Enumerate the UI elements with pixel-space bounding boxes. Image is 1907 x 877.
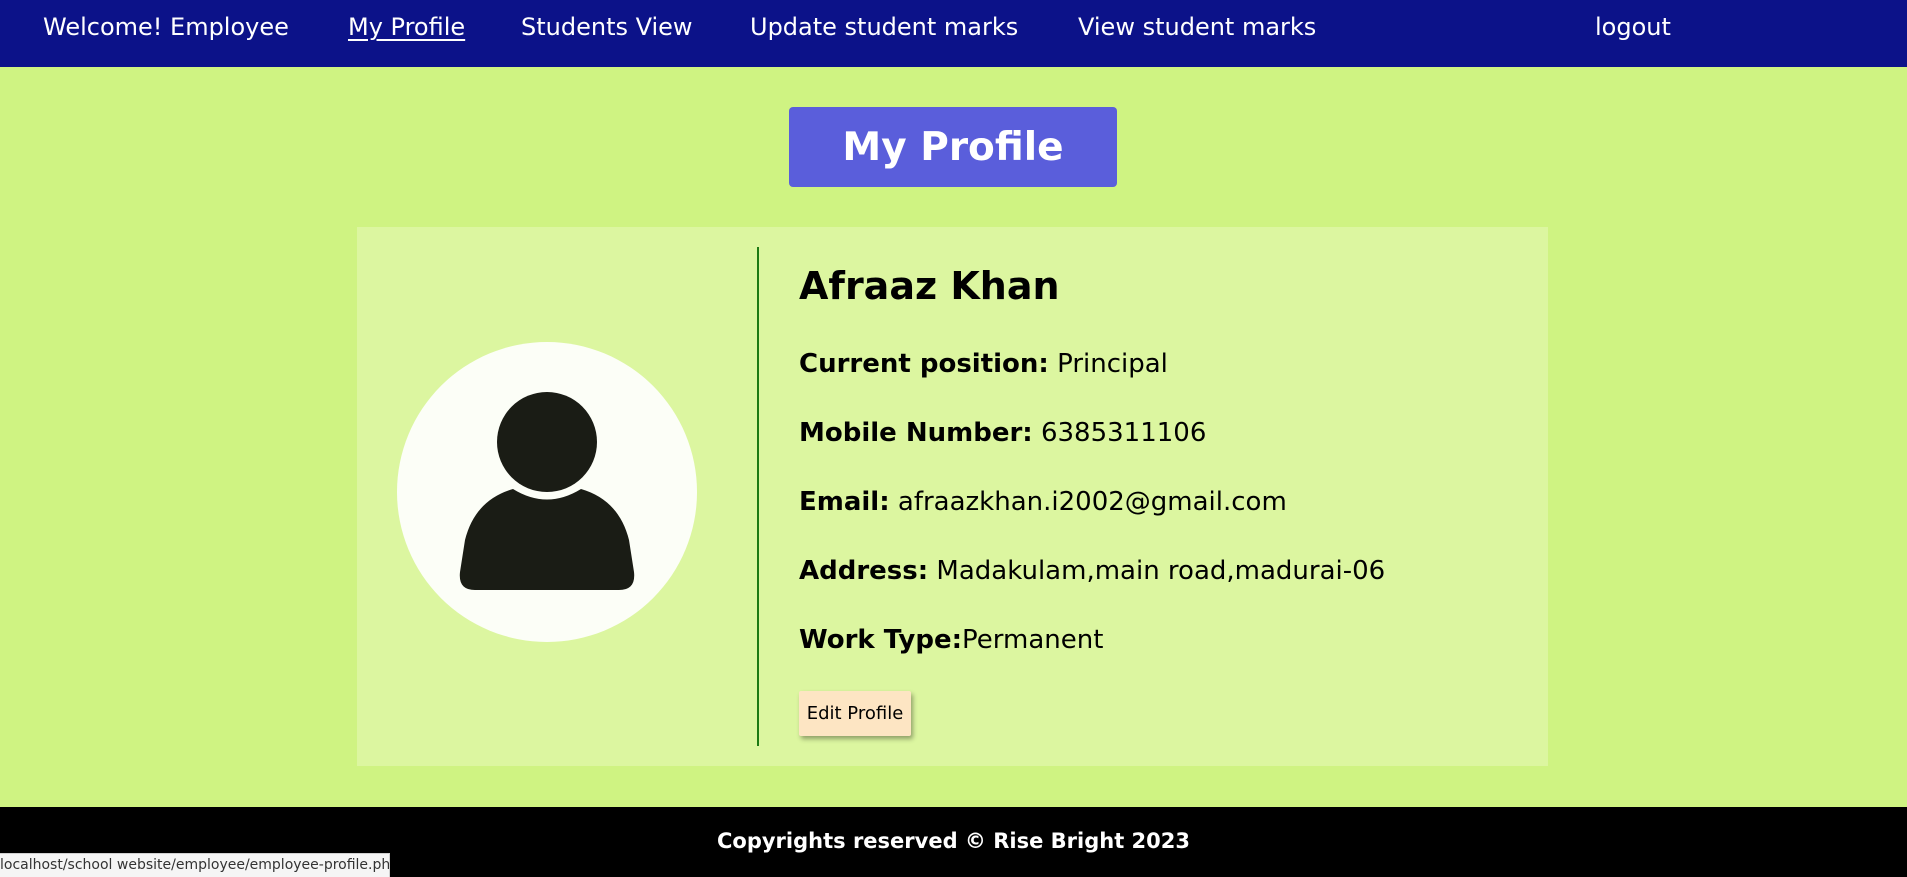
- email-row: Email: afraazkhan.i2002@gmail.com: [799, 487, 1287, 517]
- work-type-value: Permanent: [962, 625, 1104, 655]
- nav-link-students-view[interactable]: Students View: [521, 13, 693, 41]
- email-value: afraazkhan.i2002@gmail.com: [889, 487, 1287, 517]
- address-label: Address:: [799, 556, 929, 586]
- top-navbar: Welcome! Employee My Profile Students Vi…: [0, 0, 1907, 67]
- page-title-box: My Profile: [789, 107, 1117, 187]
- page-title: My Profile: [842, 124, 1064, 170]
- logout-link[interactable]: logout: [1595, 13, 1671, 41]
- browser-status-bar-url: localhost/school website/employee/employ…: [0, 853, 390, 877]
- address-row: Address: Madakulam,main road,madurai-06: [799, 556, 1385, 586]
- address-value: Madakulam,main road,madurai-06: [928, 556, 1386, 586]
- mobile-value: 6385311106: [1032, 418, 1207, 448]
- user-silhouette-icon: [459, 392, 635, 590]
- vertical-divider: [757, 247, 759, 746]
- work-type-label: Work Type:: [799, 625, 963, 655]
- profile-name: Afraaz Khan: [799, 264, 1060, 308]
- nav-link-update-student-marks[interactable]: Update student marks: [750, 13, 1018, 41]
- nav-link-view-student-marks[interactable]: View student marks: [1078, 13, 1316, 41]
- footer-copyright: Copyrights reserved © Rise Bright 2023: [717, 829, 1190, 853]
- position-label: Current position:: [799, 349, 1049, 379]
- nav-link-my-profile[interactable]: My Profile: [348, 13, 465, 41]
- position-value: Principal: [1048, 349, 1168, 379]
- avatar: [397, 342, 697, 642]
- mobile-label: Mobile Number:: [799, 418, 1033, 448]
- position-row: Current position: Principal: [799, 349, 1168, 379]
- edit-profile-button[interactable]: Edit Profile: [799, 691, 911, 736]
- work-type-row: Work Type:Permanent: [799, 625, 1103, 655]
- welcome-text: Welcome! Employee: [43, 13, 289, 41]
- mobile-row: Mobile Number: 6385311106: [799, 418, 1206, 448]
- email-label: Email:: [799, 487, 890, 517]
